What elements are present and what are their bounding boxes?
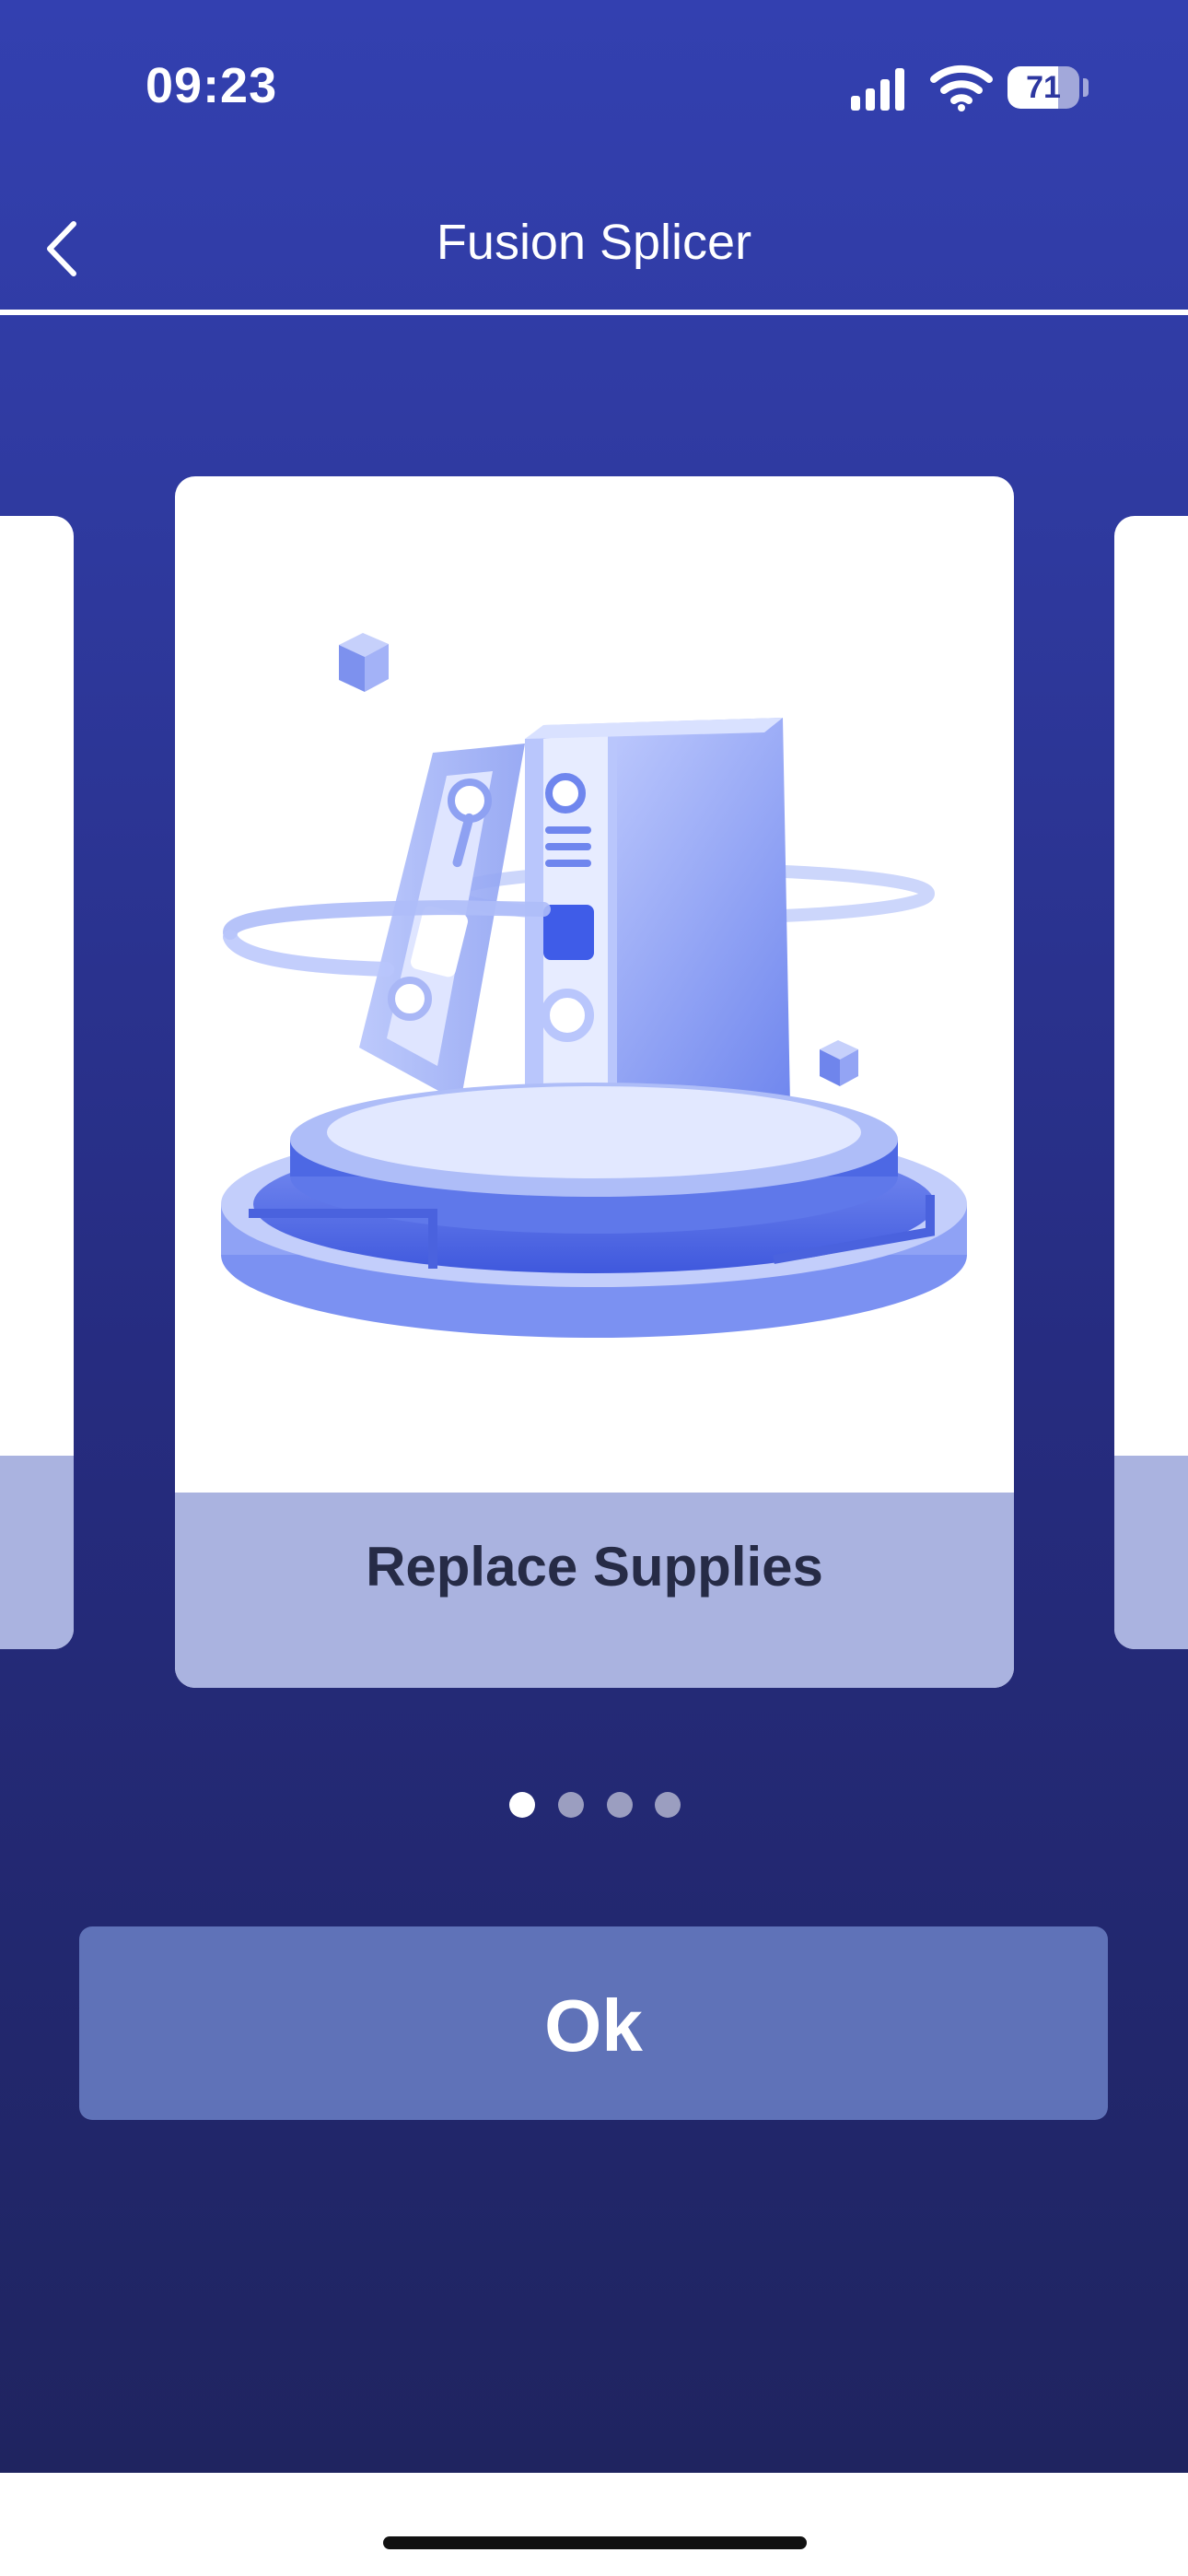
carousel-card-current[interactable]: Replace Supplies bbox=[175, 476, 1014, 1688]
binder-standing bbox=[525, 718, 790, 1121]
home-indicator[interactable] bbox=[383, 2536, 807, 2549]
page-dot-4[interactable] bbox=[655, 1792, 681, 1818]
signal-icon bbox=[851, 68, 904, 111]
podium bbox=[221, 1083, 967, 1338]
battery-icon: 71 bbox=[1007, 66, 1079, 109]
nav-divider bbox=[0, 310, 1188, 315]
card-label-band: Replace Supplies bbox=[175, 1493, 1014, 1688]
page-dot-2[interactable] bbox=[558, 1792, 584, 1818]
ok-button[interactable]: Ok bbox=[79, 1926, 1108, 2120]
navigation-bar: Fusion Splicer bbox=[0, 175, 1188, 313]
carousel-card-next[interactable] bbox=[1114, 516, 1188, 1649]
card-title: Replace Supplies bbox=[366, 1536, 823, 1598]
status-time: 09:23 bbox=[146, 58, 278, 113]
cube-top-left bbox=[339, 633, 389, 692]
battery-tip bbox=[1083, 78, 1089, 97]
binders-on-podium-illustration bbox=[221, 633, 967, 1338]
carousel-page-indicator bbox=[0, 1792, 1188, 1820]
cube-right bbox=[820, 1040, 858, 1086]
app-screen: 09:23 71 Fusion Splicer Replace Supplies… bbox=[0, 0, 1188, 2473]
page-dot-1[interactable] bbox=[509, 1792, 535, 1818]
page-dot-3[interactable] bbox=[607, 1792, 633, 1818]
binder-leaning bbox=[359, 744, 525, 1103]
wifi-icon bbox=[930, 64, 993, 111]
battery-level: 71 bbox=[1026, 70, 1061, 105]
carousel-card-previous[interactable] bbox=[0, 516, 74, 1649]
page-title: Fusion Splicer bbox=[436, 215, 752, 270]
ok-button-label: Ok bbox=[544, 1985, 643, 2067]
card-label-band bbox=[0, 1456, 74, 1649]
status-bar: 09:23 71 bbox=[0, 0, 1188, 175]
card-label-band bbox=[1114, 1456, 1188, 1649]
